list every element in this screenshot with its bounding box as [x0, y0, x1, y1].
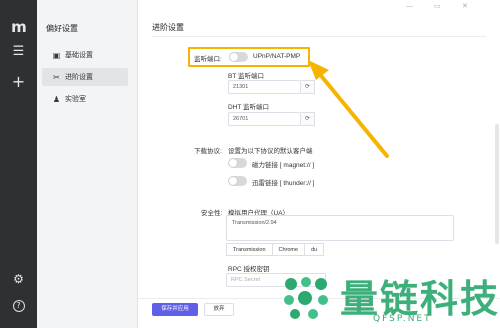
tools-icon: ✂	[53, 72, 60, 82]
watermark-url: QFSP.NET	[373, 314, 432, 324]
preferences-sidebar: 偏好设置 ▣ 基础设置 ✂ 进阶设置 ♟ 实验室	[37, 0, 138, 328]
lab-icon: ♟	[52, 94, 61, 104]
help-icon-glyph: ?	[12, 300, 25, 312]
dht-port-input[interactable]: 26701	[228, 112, 301, 126]
dht-port-label: DHT 监听端口	[228, 104, 270, 111]
thunder-toggle[interactable]	[228, 176, 247, 186]
magnet-toggle[interactable]	[228, 158, 247, 168]
sidebar-item-label: 实验室	[65, 96, 86, 103]
protocol-label: 下载协议:	[194, 148, 222, 155]
sliders-icon[interactable]: ⚙	[0, 272, 37, 286]
watermark: 量链科技 QFSP.NET	[283, 268, 500, 328]
title-divider	[152, 36, 486, 37]
help-icon[interactable]: ?	[0, 300, 37, 312]
plus-icon[interactable]: +	[0, 72, 37, 91]
maximize-icon[interactable]: ▭	[434, 2, 441, 10]
watermark-logo	[284, 277, 328, 319]
sidebar-item-label: 进阶设置	[65, 74, 93, 81]
ua-preset-transmission[interactable]: Transmission	[226, 243, 273, 256]
minimize-icon[interactable]: —	[406, 2, 413, 10]
thunder-toggle-label: 迅雷链接 [ thunder:// ]	[252, 180, 315, 187]
app-logo: m	[11, 18, 27, 36]
sidebar-item-lab[interactable]: ♟ 实验室	[42, 90, 128, 108]
magnet-toggle-label: 磁力链接 [ magnet:// ]	[252, 162, 315, 169]
user-agent-presets: Transmission Chrome du	[226, 243, 325, 256]
app-rail: m ☰ + ⚙ ?	[0, 0, 37, 328]
save-apply-button[interactable]: 保存并应用	[152, 303, 198, 316]
user-agent-textarea[interactable]: Transmission/2.94	[226, 215, 454, 241]
protocol-description: 设置为以下协议的默认客户端	[228, 148, 313, 155]
scrollbar-thumb[interactable]	[495, 124, 499, 244]
switch-icon: ▣	[52, 50, 61, 60]
ua-preset-du[interactable]: du	[304, 243, 325, 256]
page-title: 进阶设置	[152, 23, 184, 32]
discard-button[interactable]: 放弃	[204, 303, 234, 316]
close-icon[interactable]: ✕	[462, 2, 468, 10]
bt-port-input[interactable]: 21301	[228, 80, 301, 94]
upnp-toggle-label: UPnP/NAT-PMP	[253, 53, 301, 60]
security-label: 安全性:	[201, 210, 223, 217]
sidebar-title: 偏好设置	[46, 24, 78, 33]
sidebar-item-basic[interactable]: ▣ 基础设置	[42, 46, 128, 64]
sidebar-item-label: 基础设置	[65, 52, 93, 59]
bt-port-label: BT 监听端口	[228, 73, 264, 80]
rpc-secret-label: RPC 授权密钥	[228, 266, 270, 273]
refresh-dht-port-icon[interactable]: ⟳	[301, 112, 315, 126]
refresh-bt-port-icon[interactable]: ⟳	[301, 80, 315, 94]
sidebar-item-advanced[interactable]: ✂ 进阶设置	[42, 68, 128, 86]
listen-port-label: 监听端口:	[194, 56, 222, 63]
menu-icon[interactable]: ☰	[0, 44, 37, 59]
ua-preset-chrome[interactable]: Chrome	[271, 243, 306, 256]
upnp-toggle[interactable]	[229, 52, 248, 62]
